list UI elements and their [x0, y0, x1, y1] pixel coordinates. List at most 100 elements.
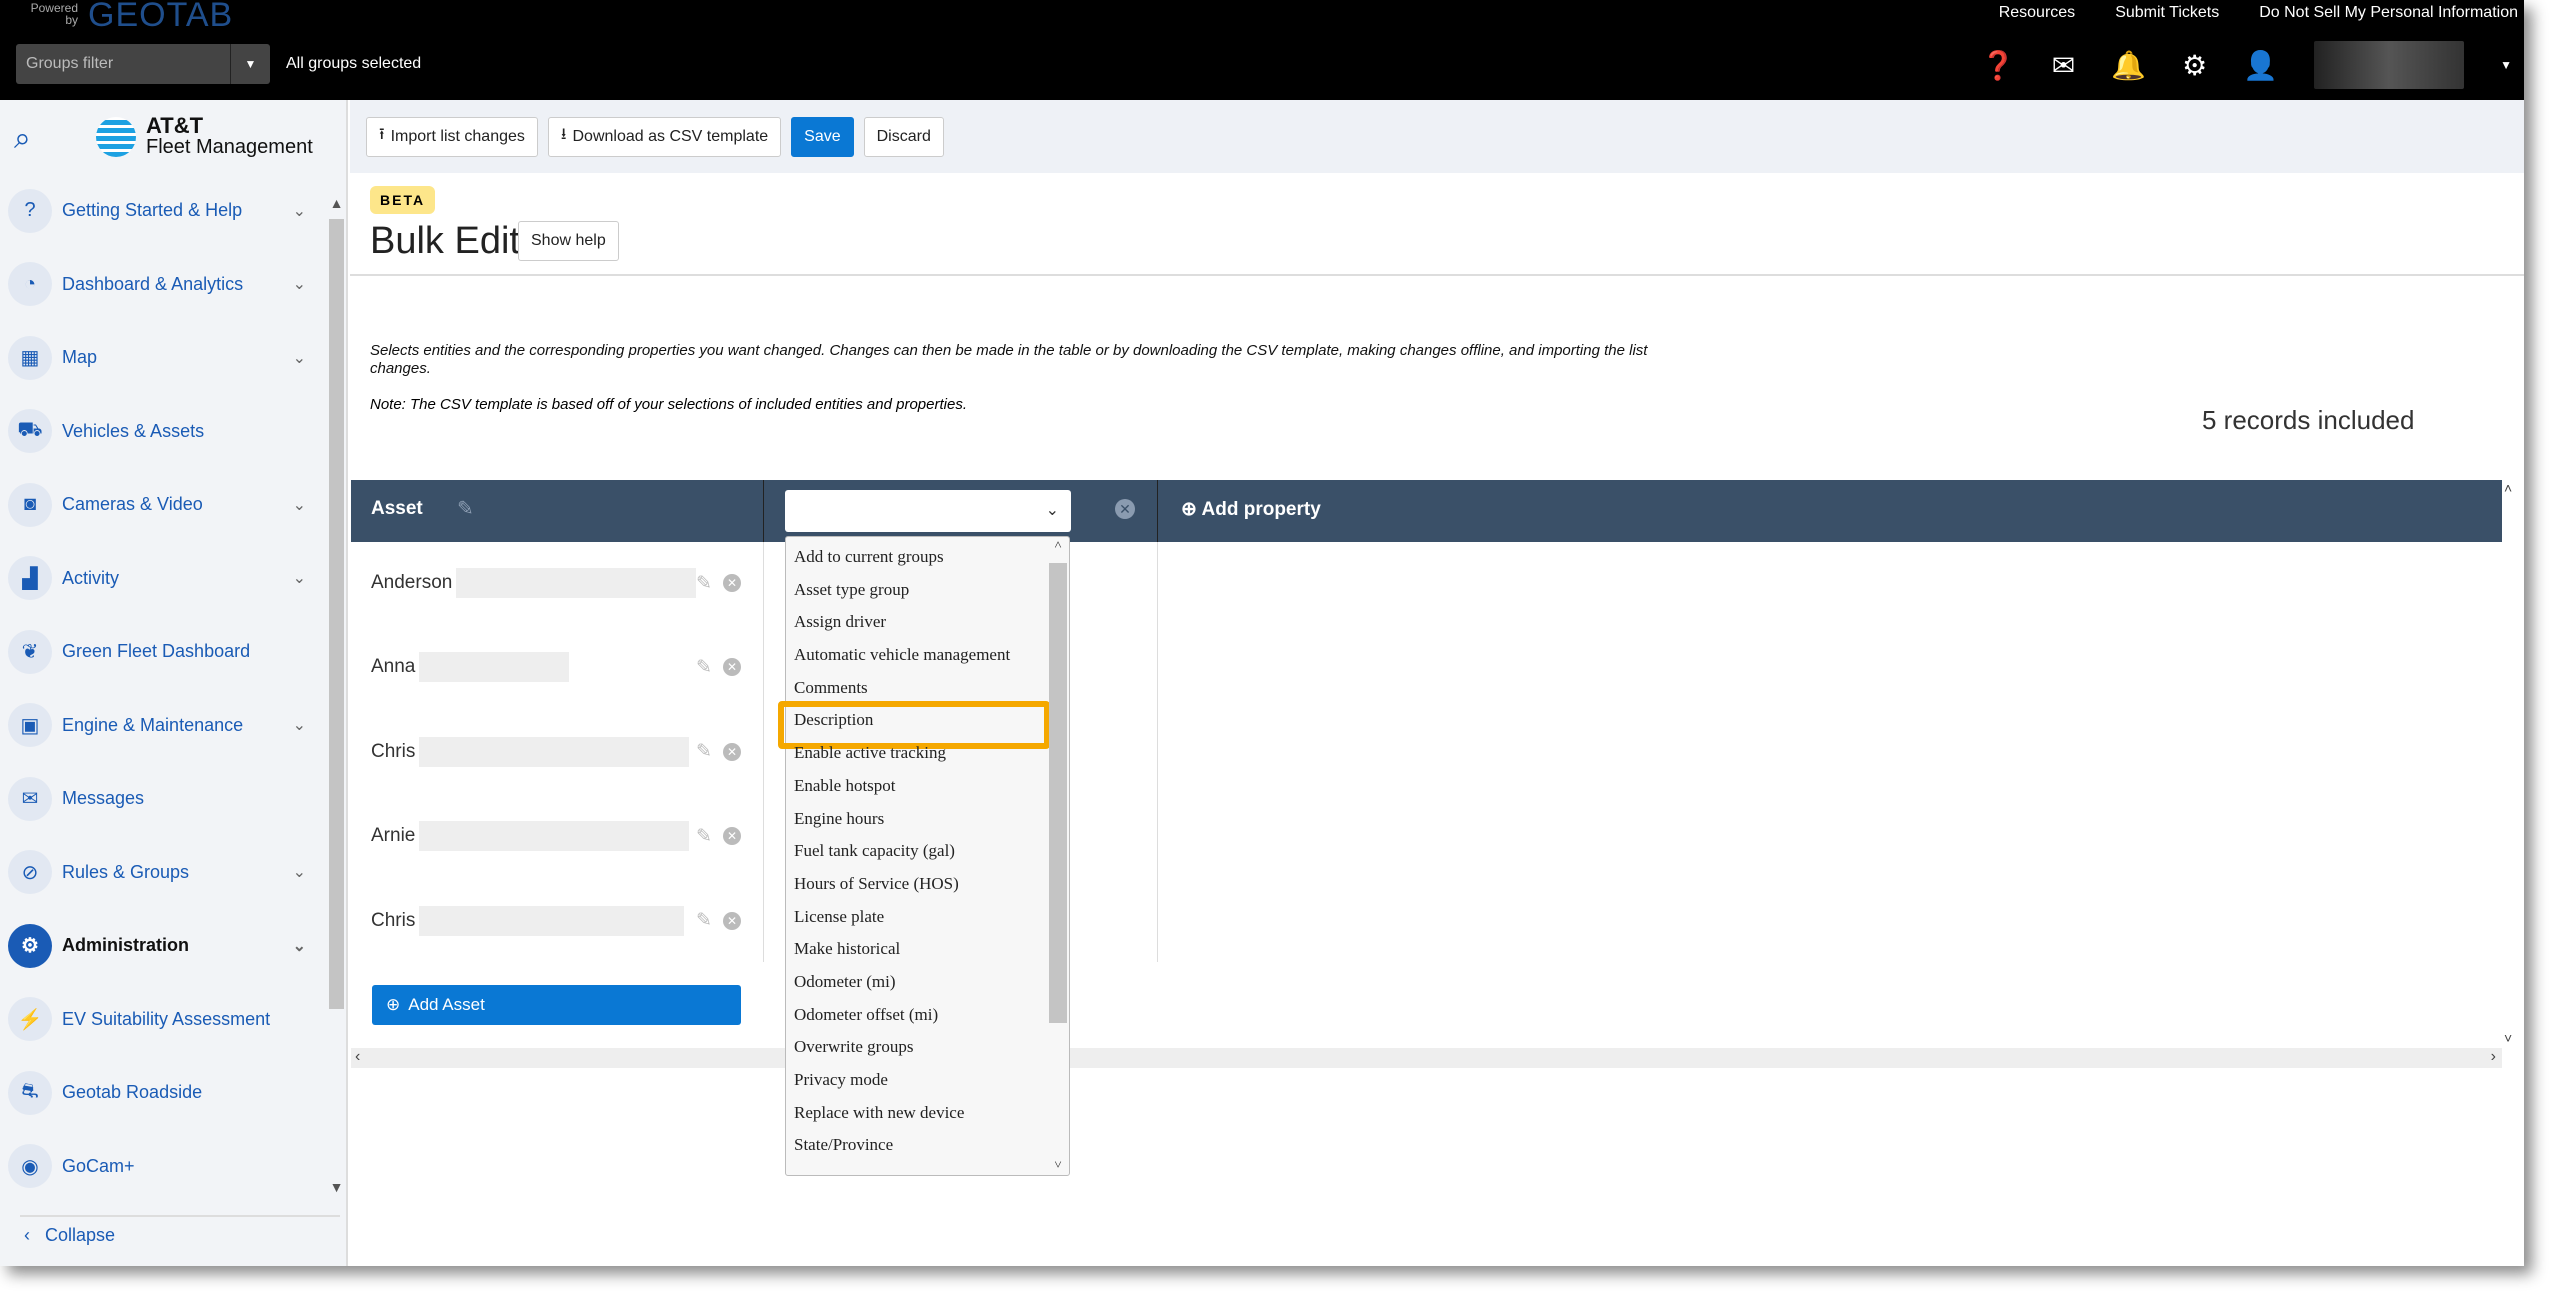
sidebar-item-cameras-video[interactable]: ◙ Cameras & Video ⌄ [0, 468, 326, 542]
chevron-down-icon[interactable]: ⌄ [293, 715, 306, 735]
sidebar-item-getting-started-help[interactable]: ? Getting Started & Help ⌄ [0, 174, 326, 248]
dropdown-option[interactable]: Asset type group [786, 574, 1069, 607]
chevron-down-icon[interactable]: ⌄ [293, 936, 306, 956]
sidebar-scrollbar[interactable]: ▲ ▼ [327, 195, 346, 1195]
submit-tickets-link[interactable]: Submit Tickets [2115, 4, 2219, 22]
caret-down-icon[interactable]: ▼ [230, 44, 270, 84]
gear-icon[interactable]: ⚙ [2182, 49, 2207, 82]
page-description: Selects entities and the corresponding p… [370, 342, 1648, 377]
divider [350, 274, 2524, 276]
download-csv-button[interactable]: ⭳ Download as CSV template [547, 116, 782, 157]
table-row[interactable]: Arnie ✎ ✕ [371, 816, 751, 856]
remove-column-icon[interactable]: ✕ [1115, 499, 1135, 519]
sidebar-item-gocam-[interactable]: ◉ GoCam+ [0, 1130, 326, 1204]
user-icon[interactable]: 👤 [2243, 49, 2278, 82]
help-icon[interactable]: ❓ [1981, 49, 2016, 82]
vertical-scrollbar[interactable]: ˄ ˅ [2504, 480, 2522, 1046]
plus-circle-icon: ⊕ [386, 995, 401, 1014]
user-name-redacted[interactable] [2314, 41, 2465, 89]
dropdown-option[interactable]: Odometer offset (mi) [786, 999, 1069, 1032]
edit-icon[interactable]: ✎ [696, 572, 712, 595]
chevron-down-icon[interactable]: ⌄ [293, 862, 306, 882]
sidebar-item-map[interactable]: ▦ Map ⌄ [0, 321, 326, 395]
show-help-button[interactable]: Show help [518, 221, 619, 261]
dropdown-option[interactable]: Engine hours [786, 803, 1069, 836]
sidebar-item-activity[interactable]: ▟ Activity ⌄ [0, 542, 326, 616]
dropdown-option[interactable]: Odometer (mi) [786, 966, 1069, 999]
collapse-button[interactable]: ‹ Collapse [20, 1215, 340, 1246]
chevron-down-icon[interactable]: ⌄ [293, 201, 306, 221]
discard-button[interactable]: Discard [863, 116, 944, 157]
sidebar-item-label: Administration [62, 935, 190, 956]
resources-link[interactable]: Resources [1999, 4, 2075, 22]
remove-icon[interactable]: ✕ [723, 827, 741, 846]
remove-icon[interactable]: ✕ [723, 911, 741, 930]
dropdown-option[interactable]: Enable active tracking [786, 737, 1069, 770]
sidebar-item-vehicles-assets[interactable]: ⛟ Vehicles & Assets [0, 395, 326, 469]
dropdown-option[interactable]: License plate [786, 901, 1069, 934]
engine-icon: ▣ [8, 703, 52, 748]
save-button[interactable]: Save [791, 116, 854, 157]
caret-down-icon[interactable]: ▼ [2500, 58, 2512, 72]
asset-name-redacted [419, 905, 685, 936]
sidebar-item-label: Geotab Roadside [62, 1082, 203, 1103]
remove-icon[interactable]: ✕ [723, 658, 741, 677]
bell-icon[interactable]: 🔔 [2111, 49, 2146, 82]
dropdown-option[interactable]: Comments [786, 672, 1069, 705]
chevron-down-icon[interactable]: ⌄ [293, 568, 306, 588]
do-not-sell-link[interactable]: Do Not Sell My Personal Information [2259, 4, 2518, 22]
edit-icon[interactable]: ✎ [457, 496, 474, 521]
dropdown-option[interactable]: Replace with new device [786, 1097, 1069, 1130]
gear-icon: ⚙ [8, 923, 52, 968]
chevron-down-icon[interactable]: ⌄ [293, 495, 306, 515]
chevron-down-icon[interactable]: ⌄ [293, 274, 306, 294]
asset-name: Arnie [371, 825, 416, 847]
sidebar-item-rules-groups[interactable]: ⊘ Rules & Groups ⌄ [0, 836, 326, 910]
dropdown-option[interactable]: Fuel tank capacity (gal) [786, 835, 1069, 868]
chevron-left-icon: ‹ [24, 1225, 45, 1245]
dropdown-option[interactable]: Make historical [786, 933, 1069, 966]
edit-icon[interactable]: ✎ [696, 909, 712, 932]
sidebar-item-ev-suitability-assessment[interactable]: ⚡ EV Suitability Assessment [0, 983, 326, 1057]
sidebar: ⌕ AT&T Fleet Management ? Getting Started … [0, 100, 348, 1266]
import-list-changes-button[interactable]: ⭱ Import list changes [366, 116, 538, 157]
add-property-button[interactable]: ⊕ Add property [1181, 498, 1321, 521]
edit-icon[interactable]: ✎ [696, 740, 712, 763]
activity-chart-icon: ▟ [8, 556, 52, 601]
sidebar-item-administration[interactable]: ⚙ Administration ⌄ [0, 909, 326, 983]
horizontal-scrollbar[interactable]: ‹ › [351, 1048, 2502, 1068]
edit-icon[interactable]: ✎ [696, 825, 712, 848]
dropdown-option[interactable]: State/Province [786, 1129, 1069, 1162]
add-asset-button[interactable]: ⊕ Add Asset [372, 985, 741, 1025]
table-row[interactable]: Chris ✎ ✕ [371, 901, 751, 941]
property-select[interactable]: ⌄ [785, 490, 1071, 532]
edit-icon[interactable]: ✎ [696, 656, 712, 679]
chevron-down-icon[interactable]: ⌄ [293, 348, 306, 368]
sidebar-item-geotab-roadside[interactable]: ⛐ Geotab Roadside [0, 1056, 326, 1130]
remove-icon[interactable]: ✕ [723, 742, 741, 761]
chevron-down-icon: ⌄ [1045, 502, 1059, 519]
dropdown-option[interactable]: Assign driver [786, 606, 1069, 639]
dropdown-option[interactable]: Overwrite groups [786, 1031, 1069, 1064]
dropdown-option[interactable]: Description [778, 701, 1069, 750]
dropdown-option[interactable]: Enable hotspot [786, 770, 1069, 803]
sidebar-item-messages[interactable]: ✉ Messages [0, 762, 326, 836]
sidebar-item-engine-maintenance[interactable]: ▣ Engine & Maintenance ⌄ [0, 689, 326, 763]
mail-icon[interactable]: ✉ [2052, 49, 2075, 82]
dropdown-option[interactable]: Privacy mode [786, 1064, 1069, 1097]
download-icon: ⭳ [560, 126, 567, 143]
sidebar-item-label: Cameras & Video [62, 494, 203, 515]
remove-icon[interactable]: ✕ [723, 574, 741, 592]
dropdown-scrollbar[interactable]: ˄ ˅ [1047, 537, 1069, 1175]
sidebar-item-dashboard-analytics[interactable]: ◔ Dashboard & Analytics ⌄ [0, 248, 326, 322]
table-row[interactable]: Chris ✎ ✕ [371, 732, 751, 772]
table-row[interactable]: Anderson ✎ ✕ [371, 563, 751, 603]
app-window: Powered by GEOTAB Resources Submit Ticke… [0, 0, 2524, 1266]
table-row[interactable]: Anna ✎ ✕ [371, 647, 751, 687]
dropdown-option[interactable]: Hours of Service (HOS) [786, 868, 1069, 901]
sidebar-item-green-fleet-dashboard[interactable]: ❦ Green Fleet Dashboard [0, 615, 326, 689]
groups-filter[interactable]: Groups filter ▼ [16, 44, 270, 84]
dropdown-option[interactable]: Add to current groups [786, 541, 1069, 574]
search-icon[interactable]: ⌕ [14, 122, 31, 156]
dropdown-option[interactable]: Automatic vehicle management [786, 639, 1069, 672]
